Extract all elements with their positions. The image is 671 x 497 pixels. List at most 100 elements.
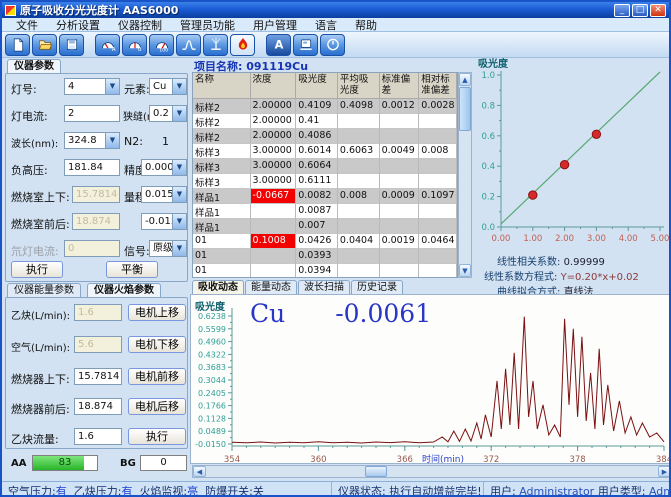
h-scrollbar-thumb[interactable]	[365, 466, 387, 477]
scroll-left-icon[interactable]: ◀	[193, 466, 206, 477]
column-header-0[interactable]: 名称	[193, 73, 251, 99]
menu-item-0[interactable]: 文件	[8, 17, 46, 33]
column-header-4[interactable]: 标准偏差	[380, 73, 420, 99]
dynamics-scrollbar[interactable]: ◀ ▶	[192, 465, 671, 478]
flow-label: 乙炔流量:	[11, 431, 59, 447]
menu-item-1[interactable]: 分析设置	[48, 17, 108, 33]
new-file-icon[interactable]	[5, 34, 30, 56]
dynamics-tab-strip: 吸收动态能量动态波长扫描历史记录	[192, 280, 403, 294]
chevron-down-icon[interactable]: ▼	[172, 79, 186, 94]
table-row[interactable]: 010.0393	[193, 249, 457, 264]
table-cell: 0.4109	[296, 99, 338, 114]
table-row[interactable]: 标样22.000000.41090.40980.00120.0028	[193, 99, 457, 114]
lamp-current-input[interactable]: 2	[64, 105, 120, 122]
lamp-no-value: 4	[65, 79, 105, 94]
slit-combo[interactable]: 0.2 ▼	[149, 105, 187, 122]
table-row[interactable]: 样品10.0087	[193, 204, 457, 219]
table-row[interactable]: 样品1-0.06670.00820.0080.00090.1097	[193, 189, 457, 204]
precision-combo[interactable]: 0.0000 ▼	[141, 159, 187, 176]
signal-combo[interactable]: 原级 ▼	[149, 240, 187, 257]
hv-input[interactable]: 181.84	[64, 159, 120, 176]
gauge-100-icon[interactable]: 100	[149, 34, 174, 56]
column-header-5[interactable]: 相对标准偏差	[419, 73, 457, 99]
svg-text:100: 100	[159, 48, 168, 52]
tab-dynamics-0[interactable]: 吸收动态	[192, 280, 244, 294]
execute-button[interactable]: 执行	[11, 261, 63, 278]
motor-forward-button[interactable]: 电机前移	[128, 368, 186, 385]
lamp-no-label: 灯号:	[11, 81, 37, 97]
table-row[interactable]: 标样33.000000.60140.60630.00490.008	[193, 144, 457, 159]
chevron-down-icon[interactable]: ▼	[172, 106, 186, 121]
svg-text:384: 384	[656, 455, 671, 464]
flame-icon[interactable]	[230, 34, 255, 56]
menu-item-6[interactable]: 帮助	[347, 17, 385, 33]
power-icon[interactable]	[320, 34, 345, 56]
range-combo[interactable]: 0.0150 ▼	[141, 186, 187, 203]
auto-gain-icon[interactable]: A	[266, 34, 291, 56]
tab-flame-params[interactable]: 仪器火焰参数	[87, 283, 161, 297]
table-row[interactable]: 标样33.000000.6111	[193, 174, 457, 189]
gauge-zero-icon[interactable]: 0	[122, 34, 147, 56]
motor-up-button[interactable]: 电机上移	[128, 304, 186, 321]
table-row[interactable]: 样品10.007	[193, 219, 457, 234]
svg-text:3.00: 3.00	[587, 234, 606, 244]
scroll-up-icon[interactable]: ▲	[459, 73, 471, 86]
svg-text:A: A	[274, 39, 283, 52]
table-row[interactable]: 010.10080.04260.04040.00190.0464	[193, 234, 457, 249]
menu-item-5[interactable]: 语言	[307, 17, 345, 33]
aa-energy-meter: 83	[32, 455, 98, 471]
chevron-down-icon[interactable]: ▼	[105, 79, 119, 94]
scroll-down-icon[interactable]: ▼	[459, 264, 471, 277]
balance-button[interactable]: 平衡	[106, 261, 158, 278]
range2-combo[interactable]: -0.0150 ▼	[141, 213, 187, 230]
table-cell	[380, 114, 420, 129]
lamp-no-combo[interactable]: 4 ▼	[64, 78, 120, 95]
motor-down-button[interactable]: 电机下移	[128, 336, 186, 353]
column-header-3[interactable]: 平均吸光度	[338, 73, 380, 99]
tab-dynamics-2[interactable]: 波长扫描	[298, 280, 350, 294]
chevron-down-icon[interactable]: ▼	[105, 133, 119, 148]
table-row[interactable]: 标样22.000000.41	[193, 114, 457, 129]
menu-item-2[interactable]: 仪器控制	[110, 17, 170, 33]
sprayer-icon[interactable]	[203, 34, 228, 56]
column-header-2[interactable]: 吸光度	[296, 73, 338, 99]
table-cell: 0.6014	[296, 144, 338, 159]
chevron-down-icon[interactable]: ▼	[172, 214, 186, 229]
tab-dynamics-1[interactable]: 能量动态	[245, 280, 297, 294]
chevron-down-icon[interactable]: ▼	[172, 160, 186, 175]
svg-text:时间(min): 时间(min)	[422, 453, 464, 464]
tab-instrument-params[interactable]: 仪器参数	[7, 59, 61, 73]
chevron-down-icon[interactable]: ▼	[172, 187, 186, 202]
menu-item-4[interactable]: 用户管理	[245, 17, 305, 33]
maximize-button[interactable]: □	[632, 4, 648, 17]
user-value: Administrator	[519, 485, 594, 497]
scroll-right-icon[interactable]: ▶	[658, 466, 671, 477]
table-row[interactable]: 010.0394	[193, 264, 457, 278]
gauge-a-icon[interactable]: A	[95, 34, 120, 56]
wavelength-combo[interactable]: 324.8 ▼	[64, 132, 120, 149]
table-row[interactable]: 标样33.000000.6064	[193, 159, 457, 174]
user-segment: 用户: Administrator 用户类型: Administrator	[484, 482, 669, 497]
minimize-button[interactable]: _	[614, 4, 630, 17]
user-type-value: Administrator	[649, 485, 669, 497]
burner-updown-input[interactable]: 15.7814	[74, 368, 122, 385]
scrollbar-thumb[interactable]	[459, 87, 471, 131]
results-scrollbar[interactable]: ▲ ▼	[458, 72, 472, 278]
table-cell: 标样3	[193, 159, 251, 174]
close-button[interactable]: ✕	[650, 4, 666, 17]
menu-item-3[interactable]: 管理员功能	[172, 17, 243, 33]
flow-input[interactable]: 1.6	[74, 428, 122, 445]
open-folder-icon[interactable]	[32, 34, 57, 56]
element-combo[interactable]: Cu ▼	[149, 78, 187, 95]
tab-energy-params[interactable]: 仪器能量参数	[7, 283, 81, 297]
wavelength-scan-icon[interactable]	[176, 34, 201, 56]
flame-execute-button[interactable]: 执行	[128, 428, 186, 445]
burner-frontback-input[interactable]: 18.874	[74, 398, 122, 415]
chevron-down-icon[interactable]: ▼	[172, 241, 186, 256]
tab-dynamics-3[interactable]: 历史记录	[351, 280, 403, 294]
instrument-icon[interactable]	[293, 34, 318, 56]
motor-back-button[interactable]: 电机后移	[128, 398, 186, 415]
save-icon[interactable]	[59, 34, 84, 56]
column-header-1[interactable]: 浓度	[251, 73, 297, 99]
table-row[interactable]: 标样22.000000.4086	[193, 129, 457, 144]
